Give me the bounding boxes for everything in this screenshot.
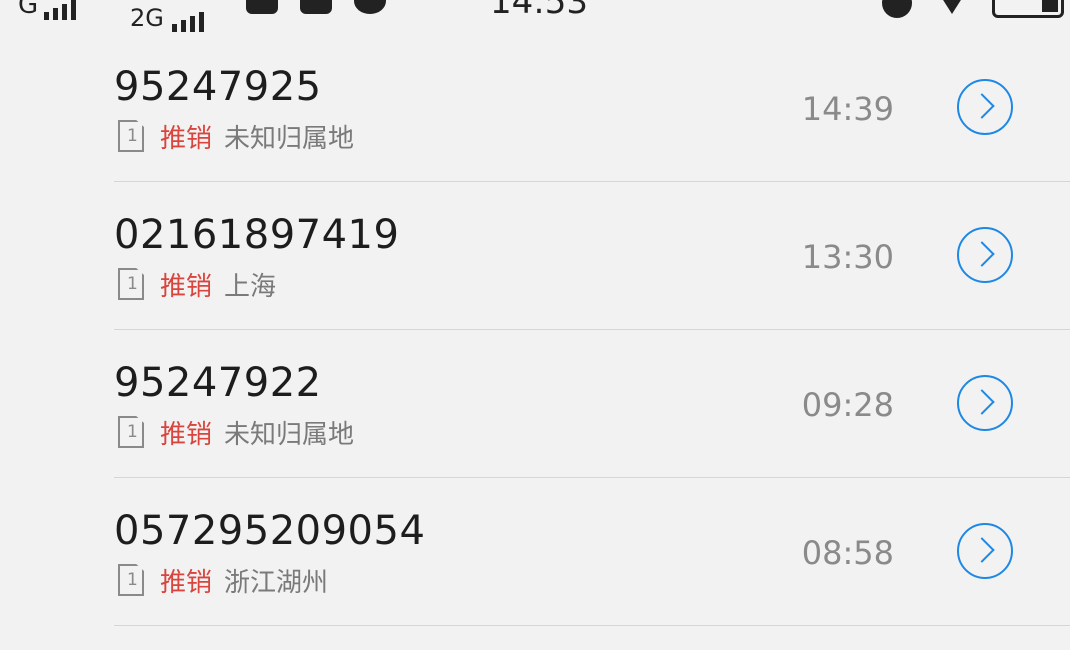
- sim-card-icon: 1: [118, 564, 144, 596]
- call-log-row[interactable]: 057295209054 1 推销 浙江湖州 08:58: [0, 478, 1070, 626]
- call-time: 09:28: [801, 386, 894, 424]
- sim-card-icon: 1: [118, 416, 144, 448]
- alarm-icon: [882, 0, 912, 18]
- call-log-list: 95247925 1 推销 未知归属地 14:39 02161897419 1 …: [0, 34, 1070, 626]
- caller-location: 未知归属地: [224, 123, 355, 154]
- sim1-network-label: G: [18, 0, 39, 20]
- caller-location: 未知归属地: [224, 419, 355, 450]
- call-meta: 1 推销 上海: [118, 266, 276, 302]
- call-detail-chevron-icon[interactable]: [957, 523, 1013, 579]
- caller-location: 浙江湖州: [224, 567, 329, 598]
- phone-number: 95247922: [114, 360, 322, 406]
- phone-number: 057295209054: [114, 508, 426, 554]
- sim-slot-number: 1: [127, 570, 138, 590]
- sim-card-icon: 1: [118, 120, 144, 152]
- sim2-network-label: 2G: [130, 4, 164, 32]
- call-detail-chevron-icon[interactable]: [957, 79, 1013, 135]
- call-detail-chevron-icon[interactable]: [957, 227, 1013, 283]
- notification-cat-icon: [300, 0, 332, 14]
- call-meta: 1 推销 浙江湖州: [118, 562, 328, 598]
- call-meta: 1 推销 未知归属地: [118, 414, 354, 450]
- call-time: 08:58: [801, 534, 894, 572]
- spam-tag: 推销: [160, 567, 213, 598]
- status-right-icons: [882, 0, 1064, 18]
- call-log-row[interactable]: 95247922 1 推销 未知归属地 09:28: [0, 330, 1070, 478]
- sim-slot-number: 1: [127, 126, 138, 146]
- signal-bars-icon: [171, 12, 204, 32]
- sim-card-icon: 1: [118, 268, 144, 300]
- wifi-icon: [938, 0, 966, 14]
- sim-slot-number: 1: [127, 274, 138, 294]
- notification-app-icon: [246, 0, 278, 14]
- phone-number: 02161897419: [114, 212, 400, 258]
- sim1-signal: G: [18, 0, 77, 20]
- spam-tag: 推销: [160, 123, 213, 154]
- spam-tag: 推销: [160, 271, 213, 302]
- call-time: 13:30: [801, 238, 894, 276]
- notification-icons: [246, 0, 386, 14]
- sim-slot-number: 1: [127, 422, 138, 442]
- call-meta: 1 推销 未知归属地: [118, 118, 354, 154]
- call-detail-chevron-icon[interactable]: [957, 375, 1013, 431]
- sim2-signal: 2G: [130, 4, 204, 32]
- message-bubble-icon: [354, 0, 386, 14]
- call-log-row[interactable]: 95247925 1 推销 未知归属地 14:39: [0, 34, 1070, 182]
- caller-location: 上海: [224, 271, 277, 302]
- spam-tag: 推销: [160, 419, 213, 450]
- call-time: 14:39: [801, 90, 894, 128]
- status-time: 14:53: [490, 0, 588, 22]
- battery-icon: [992, 0, 1064, 18]
- call-log-row[interactable]: 02161897419 1 推销 上海 13:30: [0, 182, 1070, 330]
- signal-bars-icon: [44, 0, 77, 20]
- phone-number: 95247925: [114, 64, 322, 110]
